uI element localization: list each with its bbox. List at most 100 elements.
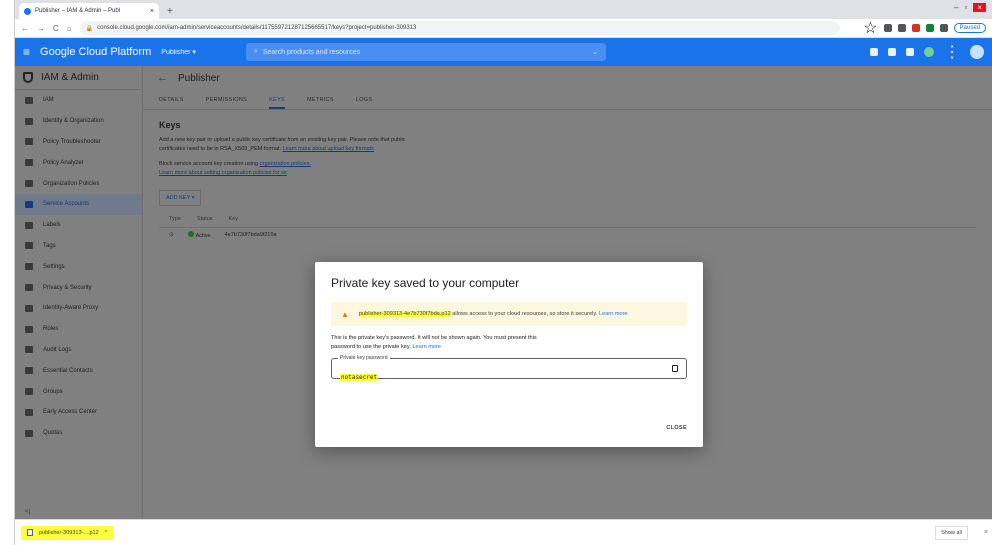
home-icon[interactable]: ⌂ [67,24,72,33]
gcp-favicon-icon [24,7,31,15]
key-id: 4e7b730f7bda9f219a [224,232,277,238]
sidebar-item-iam[interactable]: IAM [15,90,142,111]
cloud-shell-icon[interactable] [870,48,878,56]
download-item[interactable]: publisher-309313-....p12 ^ [21,525,114,540]
person-add-icon [25,96,33,104]
sidebar-item-early-access-center[interactable]: Early Access Center [15,402,142,423]
sidebar-item-label: Identity & Organization [43,118,104,125]
reload-icon[interactable]: C [53,24,59,33]
sidebar-item-label: Policy Troubleshooter [43,138,101,145]
dialog-learn-more-link[interactable]: Learn more [412,344,441,350]
tab-logs[interactable]: LOGS [356,97,372,103]
copy-icon[interactable] [672,365,678,372]
tab-close-icon[interactable]: × [150,8,154,15]
tab-details[interactable]: DETAILS [159,97,184,103]
sidebar-item-service-accounts[interactable]: Service Accounts [15,193,142,215]
keys-section: Keys Add a new key pair or upload a publ… [143,110,992,252]
warning-banner: ▲ publisher-309313-4e7b730f7bda.p12 allo… [331,302,687,326]
column-header: Key [228,216,239,222]
sidebar: IAM & Admin IAM Identity & Organization Po… [15,66,143,519]
private-key-password-field[interactable]: Private key password notasecret [331,355,687,381]
sidebar-item-groups[interactable]: Groups [15,381,142,402]
analyzer-icon [25,159,33,167]
chevron-up-icon[interactable]: ^ [105,530,108,536]
back-arrow-icon[interactable]: ← [21,24,29,33]
column-header: Status [196,216,213,222]
sidebar-item-labels[interactable]: Labels [15,215,142,236]
collapse-sidebar-button[interactable]: <| [25,509,30,515]
extension-icon[interactable] [925,24,934,32]
extension-icon[interactable] [883,24,892,32]
sidebar-item-privacy-security[interactable]: Privacy & Security [15,277,142,298]
tab-metrics[interactable]: METRICS [307,97,334,103]
notifications-icon[interactable] [924,47,934,57]
tag-icon [25,242,33,250]
sidebar-item-label: IAM [43,97,54,104]
page-body: IAM & Admin IAM Identity & Organization Po… [15,66,992,519]
upload-formats-link[interactable]: Learn more about upload key formats [283,146,374,152]
extension-icon[interactable] [911,24,920,32]
sidebar-item-identity-organization[interactable]: Identity & Organization [15,111,142,132]
window-close-button[interactable]: × [973,3,986,12]
search-placeholder: Search products and resources [262,48,361,56]
sidebar-item-organization-policies[interactable]: Organization Policies [15,173,142,194]
back-arrow-icon[interactable]: ← [157,72,168,84]
star-icon[interactable]: ☆ [863,18,877,38]
gift-icon[interactable] [888,48,896,56]
minimize-button[interactable]: – [954,3,958,12]
org-policies-link[interactable]: organization policies. [260,161,311,167]
key-status-label: Active [195,233,211,239]
sidebar-item-identity-aware-proxy[interactable]: Identity-Aware Proxy [15,298,142,319]
page-title: Publisher [178,72,220,84]
extensions-puzzle-icon[interactable] [939,24,948,32]
sidebar-item-label: Audit Logs [43,346,72,353]
extension-icons: ☆ Paused [863,18,986,38]
sidebar-item-roles[interactable]: Roles [15,319,142,340]
sidebar-item-settings[interactable]: Settings [15,256,142,277]
forward-arrow-icon[interactable]: → [37,24,45,33]
sidebar-item-tags[interactable]: Tags [15,236,142,257]
sidebar-item-policy-troubleshooter[interactable]: Policy Troubleshooter [15,132,142,153]
identity-icon [25,117,33,125]
proxy-icon [25,304,33,312]
close-button[interactable]: CLOSE [666,425,687,431]
sidebar-item-quotas[interactable]: Quotas [15,423,142,444]
help-icon[interactable] [906,48,914,56]
org-policies-learn-link[interactable]: Learn more about setting organization po… [159,170,287,176]
file-icon [27,529,33,536]
browser-tab[interactable]: Publisher – IAM & Admin – Publ × [19,3,159,19]
menu-icon[interactable]: ≡ [23,45,30,59]
groups-icon [25,388,33,396]
sidebar-item-label: Quotas [43,430,63,437]
maximize-button[interactable]: ▫ [964,3,967,12]
keys-description: Add a new key pair or upload a public ke… [159,136,419,154]
avatar[interactable] [970,45,984,59]
show-all-button[interactable]: Show all [935,525,968,540]
sidebar-item-label: Policy Analyzer [43,159,84,166]
tab-permissions[interactable]: PERMISSIONS [206,97,248,103]
sidebar-item-policy-analyzer[interactable]: Policy Analyzer [15,152,142,173]
more-vert-icon[interactable]: ⋮ [944,42,960,62]
sidebar-item-essential-contacts[interactable]: Essential Contacts [15,360,142,381]
gcp-title[interactable]: Google Cloud Platform [40,46,151,58]
sidebar-item-label: Settings [43,263,65,270]
chevron-down-icon[interactable]: ⌄ [592,48,598,56]
address-bar[interactable]: 🔒 console.cloud.google.com/iam-admin/ser… [79,21,840,35]
warning-learn-more-link[interactable]: Learn more [599,311,628,317]
quota-icon [25,429,33,437]
extension-icon[interactable] [897,24,906,32]
profile-paused-button[interactable]: Paused [953,23,986,33]
sidebar-item-label: Labels [43,222,61,229]
new-tab-button[interactable]: + [167,6,173,17]
sidebar-item-audit-logs[interactable]: Audit Logs [15,340,142,361]
shield-icon [25,284,33,292]
project-selector[interactable]: Publisher ▾ [161,48,196,56]
add-key-button[interactable]: ADD KEY ▾ [159,190,202,206]
tab-keys[interactable]: KEYS [269,97,286,109]
download-bar-close-icon[interactable]: × [984,529,988,536]
search-bar[interactable]: ⌕ Search products and resources ⌄ [245,43,606,61]
block-text: Block service account key creation using [159,161,259,167]
browser-window: Publisher – IAM & Admin – Publ × + – ▫ ×… [14,0,992,545]
key-type-icon: ⊙ [169,232,174,238]
sidebar-item-label: Essential Contacts [43,367,93,374]
